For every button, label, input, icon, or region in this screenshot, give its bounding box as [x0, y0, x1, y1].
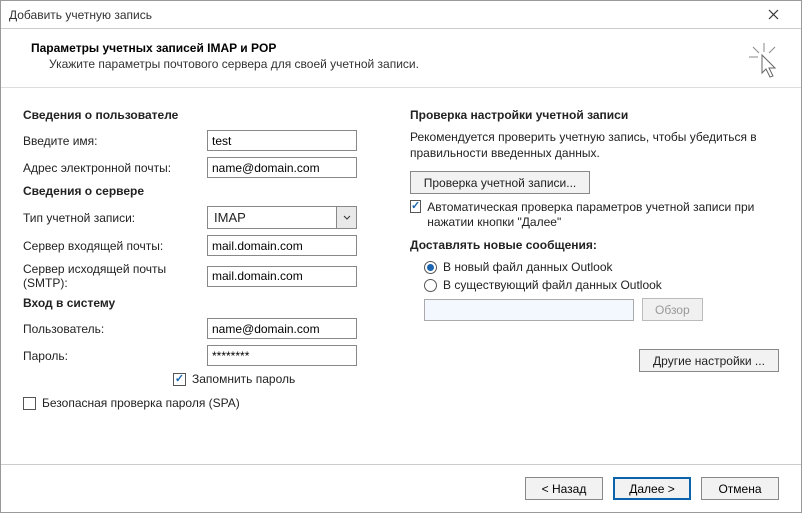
incoming-server-input[interactable]	[207, 235, 357, 256]
login-section: Вход в систему	[23, 296, 392, 310]
remember-password-label: Запомнить пароль	[192, 372, 295, 386]
browse-button: Обзор	[642, 298, 703, 321]
spa-checkbox[interactable]	[23, 397, 36, 410]
name-label: Введите имя:	[23, 134, 207, 148]
username-input[interactable]	[207, 318, 357, 339]
deliver-existing-label: В существующий файл данных Outlook	[443, 278, 662, 292]
account-type-value: IMAP	[208, 210, 336, 225]
deliver-new-radio[interactable]	[424, 261, 437, 274]
password-input[interactable]	[207, 345, 357, 366]
window-title: Добавить учетную запись	[9, 8, 152, 22]
close-button[interactable]	[753, 1, 793, 29]
deliver-existing-radio[interactable]	[424, 279, 437, 292]
header-title: Параметры учетных записей IMAP и POP	[31, 41, 779, 55]
name-input[interactable]	[207, 130, 357, 151]
server-info-section: Сведения о сервере	[23, 184, 392, 198]
account-type-dropdown-button[interactable]	[336, 207, 356, 228]
right-column: Проверка настройки учетной записи Рекоме…	[410, 102, 779, 458]
dialog-body: Сведения о пользователе Введите имя: Адр…	[1, 88, 801, 464]
dialog-header: Параметры учетных записей IMAP и POP Ука…	[1, 29, 801, 88]
auto-test-label: Автоматическая проверка параметров учетн…	[427, 200, 779, 230]
test-settings-desc: Рекомендуется проверить учетную запись, …	[410, 130, 779, 161]
account-type-label: Тип учетной записи:	[23, 211, 207, 225]
chevron-down-icon	[343, 215, 351, 221]
cancel-button[interactable]: Отмена	[701, 477, 779, 500]
outgoing-server-input[interactable]	[207, 266, 357, 287]
cursor-star-icon	[749, 43, 779, 79]
incoming-server-label: Сервер входящей почты:	[23, 239, 207, 253]
back-button[interactable]: < Назад	[525, 477, 603, 500]
email-label: Адрес электронной почты:	[23, 161, 207, 175]
spa-label: Безопасная проверка пароля (SPA)	[42, 396, 240, 410]
outgoing-server-label: Сервер исходящей почты (SMTP):	[23, 262, 207, 290]
user-info-section: Сведения о пользователе	[23, 108, 392, 122]
password-label: Пароль:	[23, 349, 207, 363]
test-account-button[interactable]: Проверка учетной записи...	[410, 171, 590, 194]
deliver-new-label: В новый файл данных Outlook	[443, 260, 613, 274]
next-button[interactable]: Далее >	[613, 477, 691, 500]
other-settings-button[interactable]: Другие настройки ...	[639, 349, 779, 372]
auto-test-checkbox[interactable]	[410, 200, 421, 213]
left-column: Сведения о пользователе Введите имя: Адр…	[23, 102, 392, 458]
account-type-select[interactable]: IMAP	[207, 206, 357, 229]
add-account-dialog: Добавить учетную запись Параметры учетны…	[0, 0, 802, 513]
titlebar: Добавить учетную запись	[1, 1, 801, 29]
deliver-section: Доставлять новые сообщения:	[410, 238, 779, 252]
remember-password-checkbox[interactable]	[173, 373, 186, 386]
username-label: Пользователь:	[23, 322, 207, 336]
header-subtitle: Укажите параметры почтового сервера для …	[49, 57, 779, 71]
existing-file-path-input	[424, 299, 634, 321]
dialog-footer: < Назад Далее > Отмена	[1, 464, 801, 512]
email-input[interactable]	[207, 157, 357, 178]
test-settings-section: Проверка настройки учетной записи	[410, 108, 779, 122]
close-icon	[768, 9, 779, 20]
